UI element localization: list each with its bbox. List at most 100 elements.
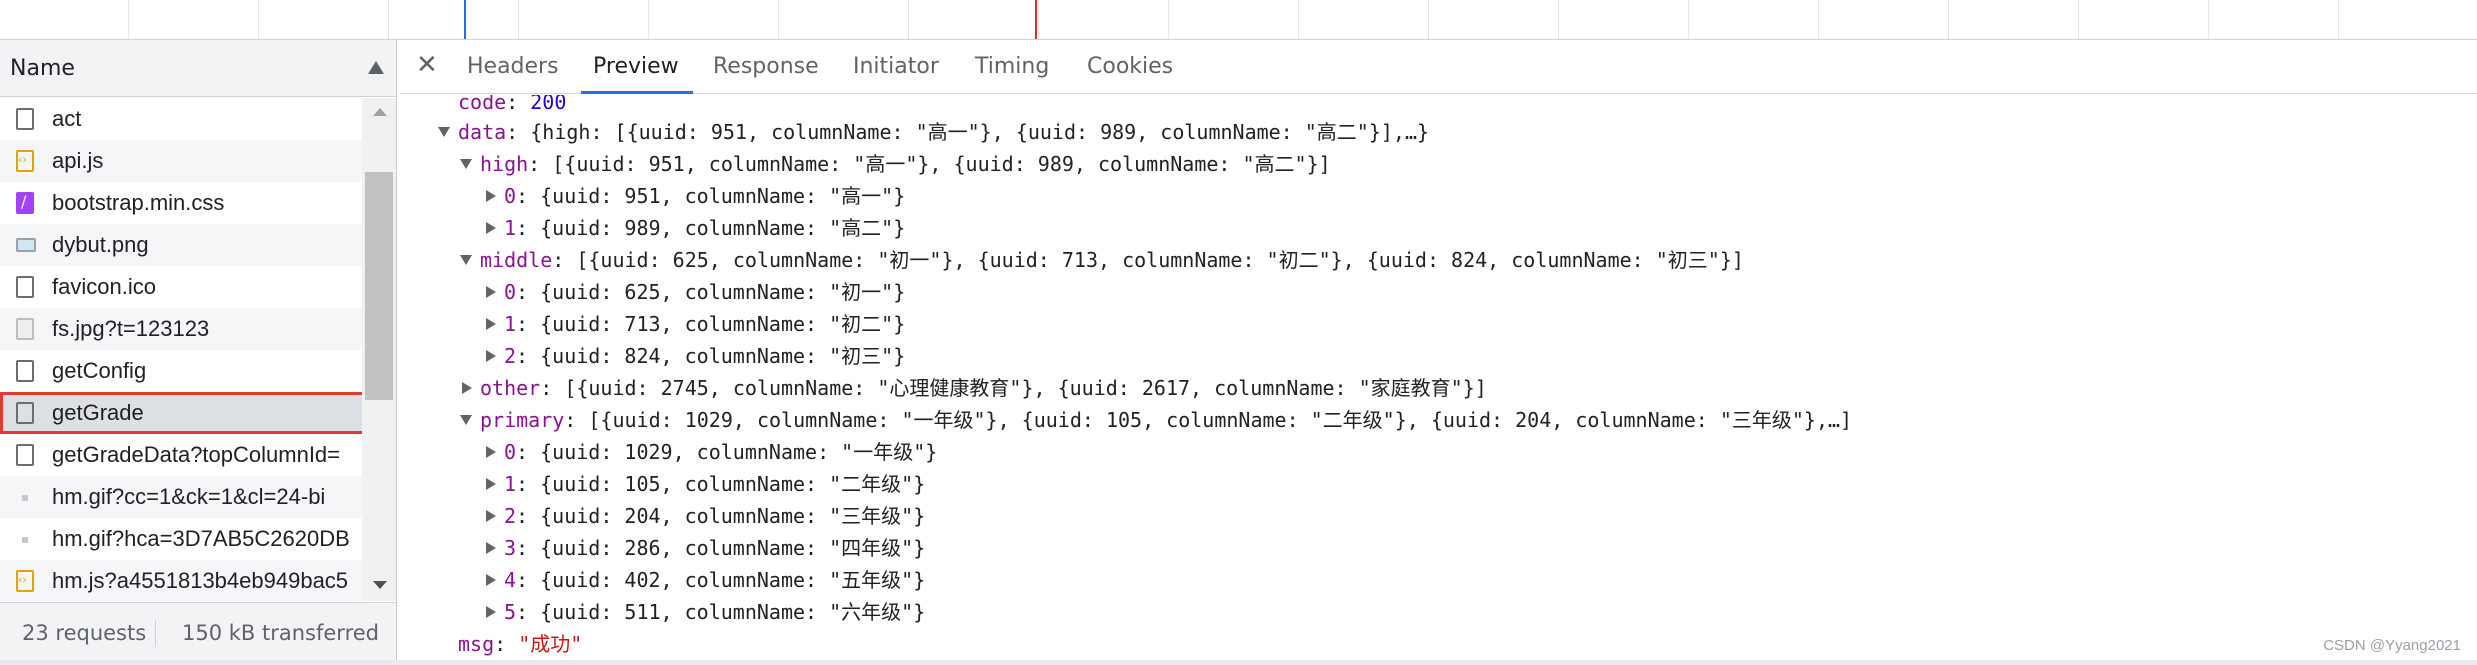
request-row-getconfig[interactable]: getConfig — [0, 350, 362, 392]
collapse-triangle-icon[interactable] — [486, 509, 496, 522]
json-line-other[interactable]: other: [{uuid: 2745, columnName: "心理健康教育… — [462, 373, 1487, 403]
json-line-code: code: 200 — [458, 95, 566, 117]
request-row-hm-js[interactable]: hm.js?a4551813b4eb949bac5 — [0, 560, 362, 601]
json-line-primary[interactable]: primary: [{uuid: 1029, columnName: "一年级"… — [460, 405, 1852, 435]
request-row-hm-gif-1[interactable]: hm.gif?cc=1&ck=1&cl=24-bi — [0, 476, 362, 518]
request-list-scrollbar[interactable] — [362, 98, 396, 601]
collapse-triangle-icon[interactable] — [486, 541, 496, 554]
json-string: "初二" — [829, 312, 894, 336]
network-timeline[interactable] — [0, 0, 2477, 40]
name-column-header[interactable]: Name — [0, 40, 396, 97]
json-summary: [{uuid: 951, columnName: "高一"}, {uuid: 9… — [552, 152, 1331, 176]
tab-preview[interactable]: Preview — [593, 54, 679, 79]
json-line-primary-2[interactable]: 2: {uuid: 204, columnName: "三年级"} — [486, 501, 925, 531]
json-line-primary-5[interactable]: 5: {uuid: 511, columnName: "六年级"} — [486, 597, 925, 627]
json-line-high-0[interactable]: 0: {uuid: 951, columnName: "高一"} — [486, 181, 905, 211]
request-name: hm.gif?cc=1&ck=1&cl=24-bi — [52, 484, 326, 509]
json-uuid: 204 — [624, 504, 661, 528]
json-number: 200 — [530, 95, 567, 114]
request-name: getConfig — [52, 358, 147, 383]
json-line-primary-0[interactable]: 0: {uuid: 1029, columnName: "一年级"} — [486, 437, 937, 467]
request-name: fs.jpg?t=123123 — [52, 316, 210, 341]
tab-timing[interactable]: Timing — [975, 54, 1049, 79]
json-uuid: 286 — [624, 536, 661, 560]
request-row-favicon[interactable]: favicon.ico — [0, 266, 362, 308]
collapse-triangle-icon[interactable] — [486, 317, 496, 330]
json-index: 1 — [504, 216, 517, 240]
json-line-primary-3[interactable]: 3: {uuid: 286, columnName: "四年级"} — [486, 533, 925, 563]
request-row-fs-jpg[interactable]: fs.jpg?t=123123 — [0, 308, 362, 350]
timeline-gridline — [908, 0, 909, 39]
json-key: data — [458, 120, 507, 144]
json-string: "成功" — [518, 632, 583, 656]
document-icon — [16, 360, 34, 382]
collapse-triangle-icon[interactable] — [486, 349, 496, 362]
json-key: high — [480, 152, 529, 176]
name-column-label: Name — [10, 56, 75, 81]
expand-triangle-icon[interactable] — [460, 158, 472, 169]
request-row-bootstrap-css[interactable]: bootstrap.min.css — [0, 182, 362, 224]
json-line-high[interactable]: high: [{uuid: 951, columnName: "高一"}, {u… — [460, 149, 1331, 179]
collapse-triangle-icon[interactable] — [486, 573, 496, 586]
request-name: getGradeData?topColumnId= — [52, 442, 341, 467]
request-row-dybut-png[interactable]: dybut.png — [0, 224, 362, 266]
request-name: hm.js?a4551813b4eb949bac5 — [52, 568, 349, 593]
json-uuid: 105 — [624, 472, 661, 496]
request-row-act[interactable]: act — [0, 98, 362, 140]
watermark: CSDN @Yyang2021 — [2323, 637, 2461, 654]
json-string: "高一" — [829, 184, 894, 208]
json-line-primary-4[interactable]: 4: {uuid: 402, columnName: "五年级"} — [486, 565, 925, 595]
request-row-api-js[interactable]: api.js — [0, 140, 362, 182]
json-line-middle-1[interactable]: 1: {uuid: 713, columnName: "初二"} — [486, 309, 905, 339]
image-icon — [16, 238, 36, 252]
collapse-triangle-icon[interactable] — [486, 605, 496, 618]
scrollbar-thumb[interactable] — [365, 172, 393, 400]
transferred-size: 150 kB transferred — [182, 621, 379, 645]
json-line-middle-2[interactable]: 2: {uuid: 824, columnName: "初三"} — [486, 341, 905, 371]
json-line-middle[interactable]: middle: [{uuid: 625, columnName: "初一"}, … — [460, 245, 1744, 275]
json-line-primary-1[interactable]: 1: {uuid: 105, columnName: "二年级"} — [486, 469, 925, 499]
sort-ascending-icon[interactable] — [368, 61, 384, 74]
scroll-up-arrow-icon[interactable] — [373, 108, 387, 116]
collapse-triangle-icon[interactable] — [486, 477, 496, 490]
collapse-triangle-icon[interactable] — [462, 381, 472, 394]
expand-triangle-icon[interactable] — [438, 126, 450, 137]
timeline-gridline — [1038, 0, 1039, 39]
json-index: 0 — [504, 280, 517, 304]
timeline-gridline — [1688, 0, 1689, 39]
json-index: 0 — [504, 440, 517, 464]
collapse-triangle-icon[interactable] — [486, 189, 496, 202]
timeline-gridline — [258, 0, 259, 39]
collapse-triangle-icon[interactable] — [486, 285, 496, 298]
json-preview: code: 200 data: {high: [{uuid: 951, colu… — [400, 95, 2477, 665]
expand-triangle-icon[interactable] — [460, 254, 472, 265]
json-key: code — [458, 95, 507, 114]
json-uuid: 625 — [624, 280, 661, 304]
timeline-gridline — [2338, 0, 2339, 39]
request-row-getgrade[interactable]: getGrade — [0, 392, 362, 434]
collapse-triangle-icon[interactable] — [486, 445, 496, 458]
json-uuid: 511 — [624, 600, 661, 624]
expand-triangle-icon[interactable] — [460, 414, 472, 425]
json-string: "初一" — [829, 280, 894, 304]
image-file-icon — [16, 318, 34, 340]
bottom-edge — [0, 660, 2477, 665]
scroll-down-arrow-icon[interactable] — [373, 581, 387, 589]
json-line-high-1[interactable]: 1: {uuid: 989, columnName: "高二"} — [486, 213, 905, 243]
tab-response[interactable]: Response — [713, 54, 819, 79]
request-name: favicon.ico — [52, 274, 156, 299]
request-row-hm-gif-2[interactable]: hm.gif?hca=3D7AB5C2620DB — [0, 518, 362, 560]
timeline-gridline — [1168, 0, 1169, 39]
script-icon — [16, 150, 34, 172]
close-icon[interactable]: ✕ — [416, 50, 438, 80]
tab-headers[interactable]: Headers — [467, 54, 559, 79]
json-key: primary — [480, 408, 565, 432]
collapse-triangle-icon[interactable] — [486, 221, 496, 234]
json-uuid: 1029 — [624, 440, 673, 464]
tab-cookies[interactable]: Cookies — [1087, 54, 1173, 79]
request-row-getgradedata[interactable]: getGradeData?topColumnId= — [0, 434, 362, 476]
json-line-middle-0[interactable]: 0: {uuid: 625, columnName: "初一"} — [486, 277, 905, 307]
tab-initiator[interactable]: Initiator — [853, 54, 939, 79]
json-line-data[interactable]: data: {high: [{uuid: 951, columnName: "高… — [438, 117, 1429, 147]
script-icon — [16, 570, 34, 592]
